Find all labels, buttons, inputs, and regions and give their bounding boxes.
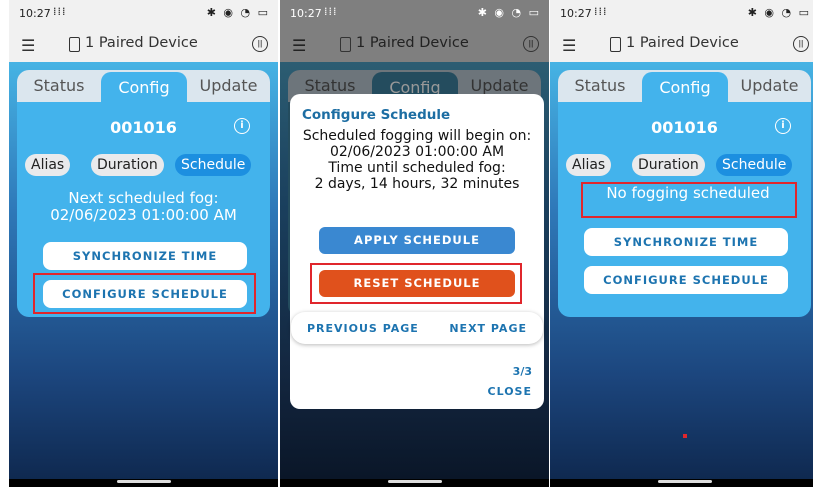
status-bar: 10:27 ⁞⁞⁞ ✱ ◉ ◔ ▭ xyxy=(9,0,278,28)
duration-button[interactable]: Duration xyxy=(632,154,705,176)
menu-icon[interactable]: ☰ xyxy=(562,36,576,55)
menu-icon[interactable]: ☰ xyxy=(292,36,306,55)
synchronize-time-button[interactable]: SYNCHRONIZE TIME xyxy=(584,228,788,256)
clock: 10:27 xyxy=(560,7,592,20)
phone-screen-1: 10:27 ⁞⁞⁞ ✱ ◉ ◔ ▭ ☰ 1 Paired Device ǀǀ S… xyxy=(9,0,278,487)
schedule-button[interactable]: Schedule xyxy=(716,154,793,176)
time-until-label: Time until scheduled fog: xyxy=(328,160,506,176)
app-bar: ☰ 1 Paired Device ǀǀ xyxy=(9,28,278,62)
app-bar: ☰ 1 Paired Device ǀǀ xyxy=(550,28,813,62)
home-indicator[interactable] xyxy=(387,480,442,483)
highlight-box xyxy=(310,263,522,304)
next-fog-text: Next scheduled fog: 02/06/2023 01:00:00 … xyxy=(17,190,270,224)
info-icon[interactable]: i xyxy=(775,118,791,134)
tab-status[interactable]: Status xyxy=(558,70,642,102)
tab-bar: Status Config Update xyxy=(558,70,811,104)
pager: PREVIOUS PAGE NEXT PAGE xyxy=(291,312,543,344)
next-fog-datetime: 02/06/2023 01:00:00 AM xyxy=(50,206,237,224)
schedule-begin-datetime: 02/06/2023 01:00:00 AM xyxy=(329,144,505,160)
clock: 10:27 xyxy=(19,7,51,20)
synchronize-time-button[interactable]: SYNCHRONIZE TIME xyxy=(43,242,247,270)
next-page-button[interactable]: NEXT PAGE xyxy=(449,322,527,335)
dialog-title: Configure Schedule xyxy=(302,107,451,123)
menu-icon[interactable]: ☰ xyxy=(21,36,35,55)
system-icons: ✱ ◉ ◔ ▭ xyxy=(477,6,541,19)
close-button[interactable]: CLOSE xyxy=(488,385,532,398)
nav-bar xyxy=(9,479,278,487)
power-icon[interactable]: ǀǀ xyxy=(252,36,268,52)
configure-schedule-button[interactable]: CONFIGURE SCHEDULE xyxy=(584,266,788,294)
alias-button[interactable]: Alias xyxy=(566,154,612,176)
notification-icon: ⁞⁞⁞ xyxy=(594,5,608,18)
clock: 10:27 xyxy=(290,7,322,20)
app-title: 1 Paired Device xyxy=(85,35,198,51)
home-indicator[interactable] xyxy=(116,480,171,483)
next-fog-label: Next scheduled fog: xyxy=(68,189,219,207)
status-bar: 10:27 ⁞⁞⁞ ✱ ◉ ◔ ▭ xyxy=(280,0,549,28)
tab-update[interactable]: Update xyxy=(728,70,811,102)
time-until-value: 2 days, 14 hours, 32 minutes xyxy=(314,176,520,192)
device-icon xyxy=(69,37,80,52)
schedule-begin-label: Scheduled fogging will begin on: xyxy=(302,128,532,144)
device-serial: 001016 xyxy=(110,118,177,137)
info-icon[interactable]: i xyxy=(234,118,250,134)
notification-icon: ⁞⁞⁞ xyxy=(53,5,67,18)
duration-button[interactable]: Duration xyxy=(91,154,164,176)
app-title: 1 Paired Device xyxy=(356,35,469,51)
red-marker xyxy=(683,434,687,438)
app-title: 1 Paired Device xyxy=(626,35,739,51)
device-serial: 001016 xyxy=(651,118,718,137)
dialog-body: Scheduled fogging will begin on: 02/06/2… xyxy=(290,128,544,192)
home-indicator[interactable] xyxy=(657,480,712,483)
system-icons: ✱ ◉ ◔ ▭ xyxy=(206,6,270,19)
device-icon xyxy=(610,37,621,52)
nav-bar xyxy=(280,479,549,487)
highlight-box xyxy=(581,182,797,218)
schedule-button[interactable]: Schedule xyxy=(175,154,252,176)
status-bar: 10:27 ⁞⁞⁞ ✱ ◉ ◔ ▭ xyxy=(550,0,813,28)
highlight-box xyxy=(33,273,256,314)
power-icon[interactable]: ǀǀ xyxy=(523,36,539,52)
tab-config[interactable]: Config xyxy=(101,72,187,104)
tab-bar: Status Config Update xyxy=(17,70,270,104)
device-icon xyxy=(340,37,351,52)
previous-page-button[interactable]: PREVIOUS PAGE xyxy=(307,322,419,335)
tab-update[interactable]: Update xyxy=(187,70,270,102)
configure-schedule-dialog: Configure Schedule Scheduled fogging wil… xyxy=(290,94,544,409)
page-indicator: 3/3 xyxy=(512,365,532,378)
notification-icon: ⁞⁞⁞ xyxy=(324,5,338,18)
app-bar: ☰ 1 Paired Device ǀǀ xyxy=(280,28,549,62)
phone-screen-3: 10:27 ⁞⁞⁞ ✱ ◉ ◔ ▭ ☰ 1 Paired Device ǀǀ S… xyxy=(550,0,813,487)
tab-status[interactable]: Status xyxy=(17,70,101,102)
alias-button[interactable]: Alias xyxy=(25,154,71,176)
apply-schedule-button[interactable]: APPLY SCHEDULE xyxy=(319,227,515,254)
tab-config[interactable]: Config xyxy=(642,72,728,104)
nav-bar xyxy=(550,479,813,487)
phone-screen-2: 10:27 ⁞⁞⁞ ✱ ◉ ◔ ▭ ☰ 1 Paired Device ǀǀ S… xyxy=(280,0,549,487)
power-icon[interactable]: ǀǀ xyxy=(793,36,809,52)
system-icons: ✱ ◉ ◔ ▭ xyxy=(747,6,811,19)
